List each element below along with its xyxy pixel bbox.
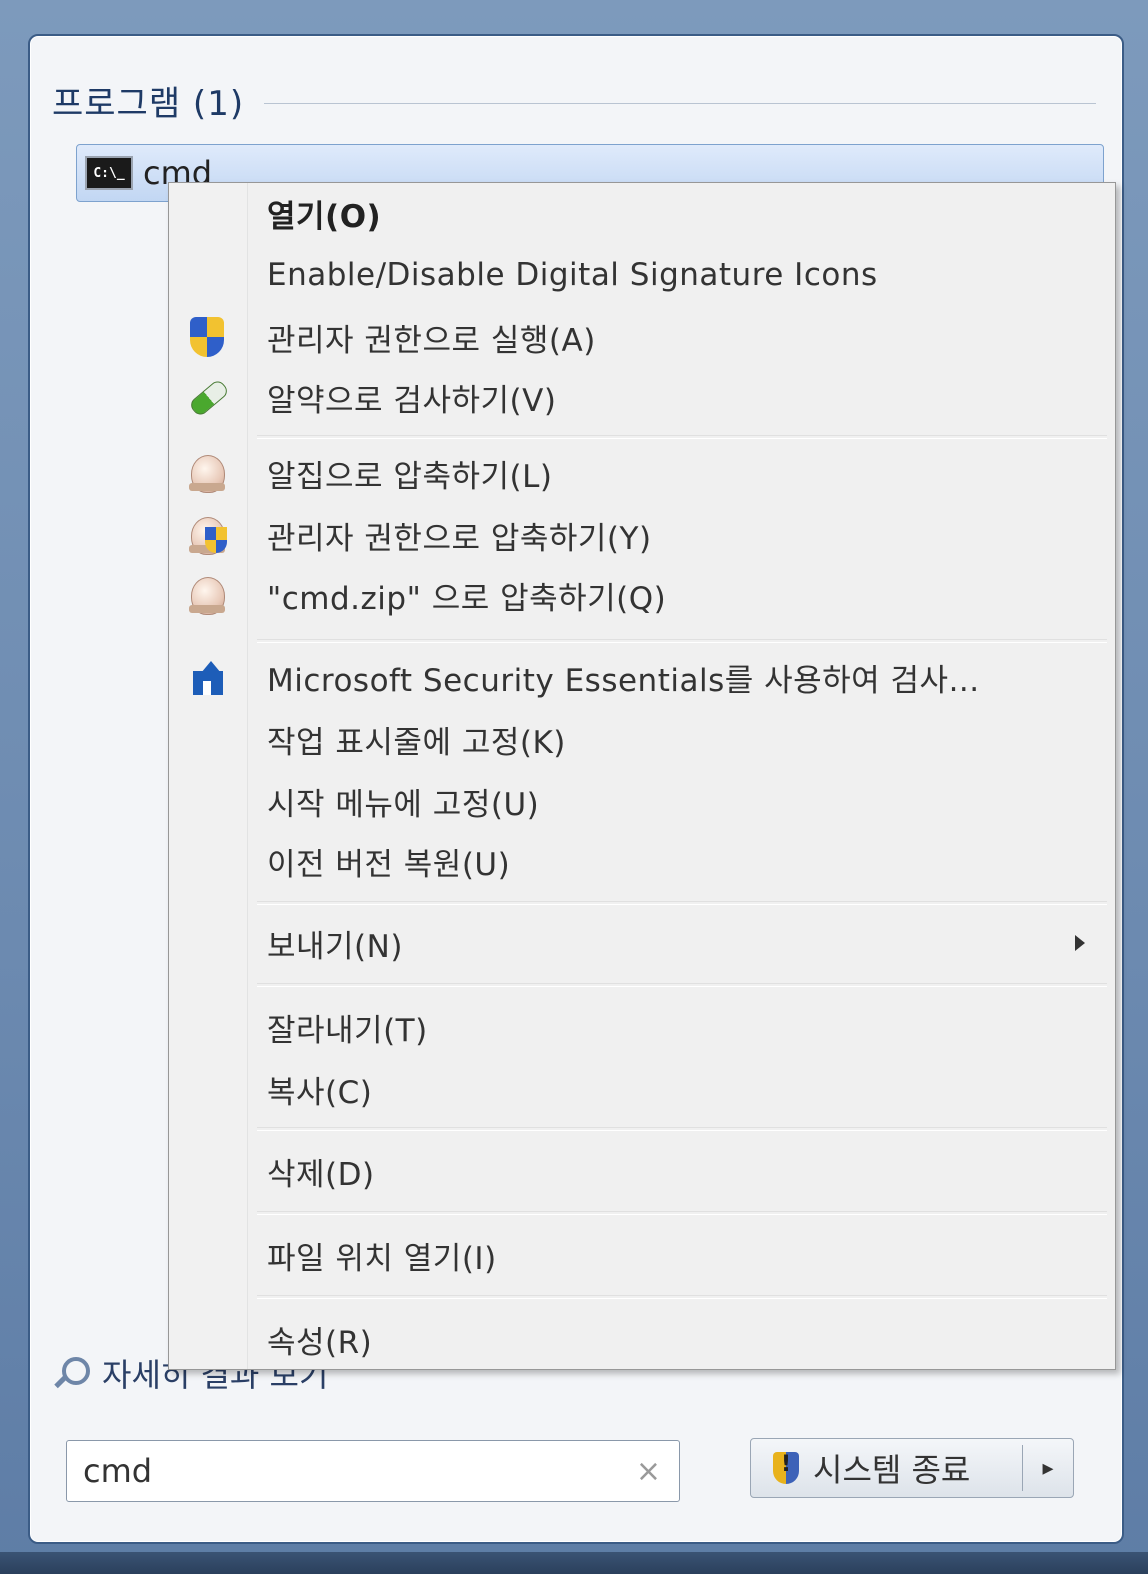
- menu-separator: [257, 1295, 1107, 1299]
- menu-item-pin-start[interactable]: 시작 메뉴에 고정(U): [169, 773, 1115, 829]
- alzip-admin-icon: [187, 515, 227, 555]
- menu-item-label: 알약으로 검사하기(V): [267, 382, 557, 419]
- shutdown-label: 시스템 종료: [813, 1451, 971, 1489]
- shutdown-button[interactable]: 시스템 종료 ▸: [750, 1438, 1074, 1498]
- shutdown-options-arrow[interactable]: ▸: [1023, 1456, 1073, 1481]
- menu-item-pin-taskbar[interactable]: 작업 표시줄에 고정(K): [169, 711, 1115, 767]
- search-input[interactable]: [81, 1451, 605, 1491]
- menu-item-label: 보내기(N): [267, 928, 403, 965]
- menu-item-digital-signature[interactable]: Enable/Disable Digital Signature Icons: [169, 247, 1115, 303]
- menu-item-properties[interactable]: 속성(R): [169, 1311, 1115, 1367]
- mse-icon: [187, 657, 227, 697]
- context-menu: 열기(O) Enable/Disable Digital Signature I…: [168, 182, 1116, 1370]
- programs-section-header: 프로그램 (1): [52, 78, 1096, 124]
- menu-item-label: 파일 위치 열기(I): [267, 1240, 497, 1277]
- uac-shield-icon: [187, 317, 227, 357]
- menu-item-alyac-scan[interactable]: 알약으로 검사하기(V): [169, 369, 1115, 425]
- menu-item-label: 이전 버전 복원(U): [267, 846, 511, 883]
- menu-item-send-to[interactable]: 보내기(N): [169, 915, 1115, 971]
- clear-search-icon[interactable]: ×: [636, 1454, 661, 1489]
- menu-item-open-file-location[interactable]: 파일 위치 열기(I): [169, 1227, 1115, 1283]
- menu-separator: [257, 435, 1107, 439]
- taskbar: [0, 1552, 1148, 1574]
- menu-item-label: 관리자 권한으로 실행(A): [267, 322, 596, 359]
- menu-item-label: Microsoft Security Essentials를 사용하여 검사..…: [267, 662, 980, 699]
- menu-item-label: 잘라내기(T): [267, 1012, 428, 1049]
- alzip-icon: [187, 575, 227, 615]
- menu-item-open[interactable]: 열기(O): [169, 185, 1115, 241]
- menu-item-delete[interactable]: 삭제(D): [169, 1143, 1115, 1199]
- menu-separator: [257, 901, 1107, 905]
- menu-item-run-as-admin[interactable]: 관리자 권한으로 실행(A): [169, 309, 1115, 365]
- menu-separator: [257, 1211, 1107, 1215]
- menu-item-mse-scan[interactable]: Microsoft Security Essentials를 사용하여 검사..…: [169, 649, 1115, 705]
- menu-item-label: 알집으로 압축하기(L): [267, 458, 553, 495]
- menu-item-label: 속성(R): [267, 1324, 373, 1361]
- search-box[interactable]: ×: [66, 1440, 680, 1502]
- menu-item-label: 관리자 권한으로 압축하기(Y): [267, 520, 652, 557]
- menu-item-label: "cmd.zip" 으로 압축하기(Q): [267, 580, 667, 617]
- menu-item-label: Enable/Disable Digital Signature Icons: [267, 257, 878, 293]
- menu-item-alzip-admin[interactable]: 관리자 권한으로 압축하기(Y): [169, 507, 1115, 563]
- menu-item-label: 복사(C): [267, 1074, 373, 1111]
- section-title: 프로그램 (1): [52, 83, 245, 124]
- menu-item-label: 열기(O): [267, 198, 382, 235]
- menu-item-label: 시작 메뉴에 고정(U): [267, 786, 540, 823]
- alyac-pill-icon: [187, 377, 231, 418]
- command-prompt-icon: C:\_: [85, 156, 133, 190]
- menu-item-restore-previous[interactable]: 이전 버전 복원(U): [169, 833, 1115, 889]
- menu-item-copy[interactable]: 복사(C): [169, 1061, 1115, 1117]
- menu-separator: [257, 1127, 1107, 1131]
- alzip-icon: [187, 453, 227, 493]
- magnifier-icon: [52, 1353, 92, 1393]
- menu-separator: [257, 639, 1107, 643]
- menu-item-compress-cmd-zip[interactable]: "cmd.zip" 으로 압축하기(Q): [169, 567, 1115, 623]
- menu-item-label: 작업 표시줄에 고정(K): [267, 724, 566, 761]
- menu-separator: [257, 983, 1107, 987]
- menu-item-label: 삭제(D): [267, 1156, 375, 1193]
- update-shield-icon: [773, 1452, 799, 1484]
- section-divider: [264, 102, 1096, 104]
- menu-item-alzip-compress[interactable]: 알집으로 압축하기(L): [169, 445, 1115, 501]
- submenu-arrow-icon: [1075, 935, 1085, 951]
- menu-item-cut[interactable]: 잘라내기(T): [169, 999, 1115, 1055]
